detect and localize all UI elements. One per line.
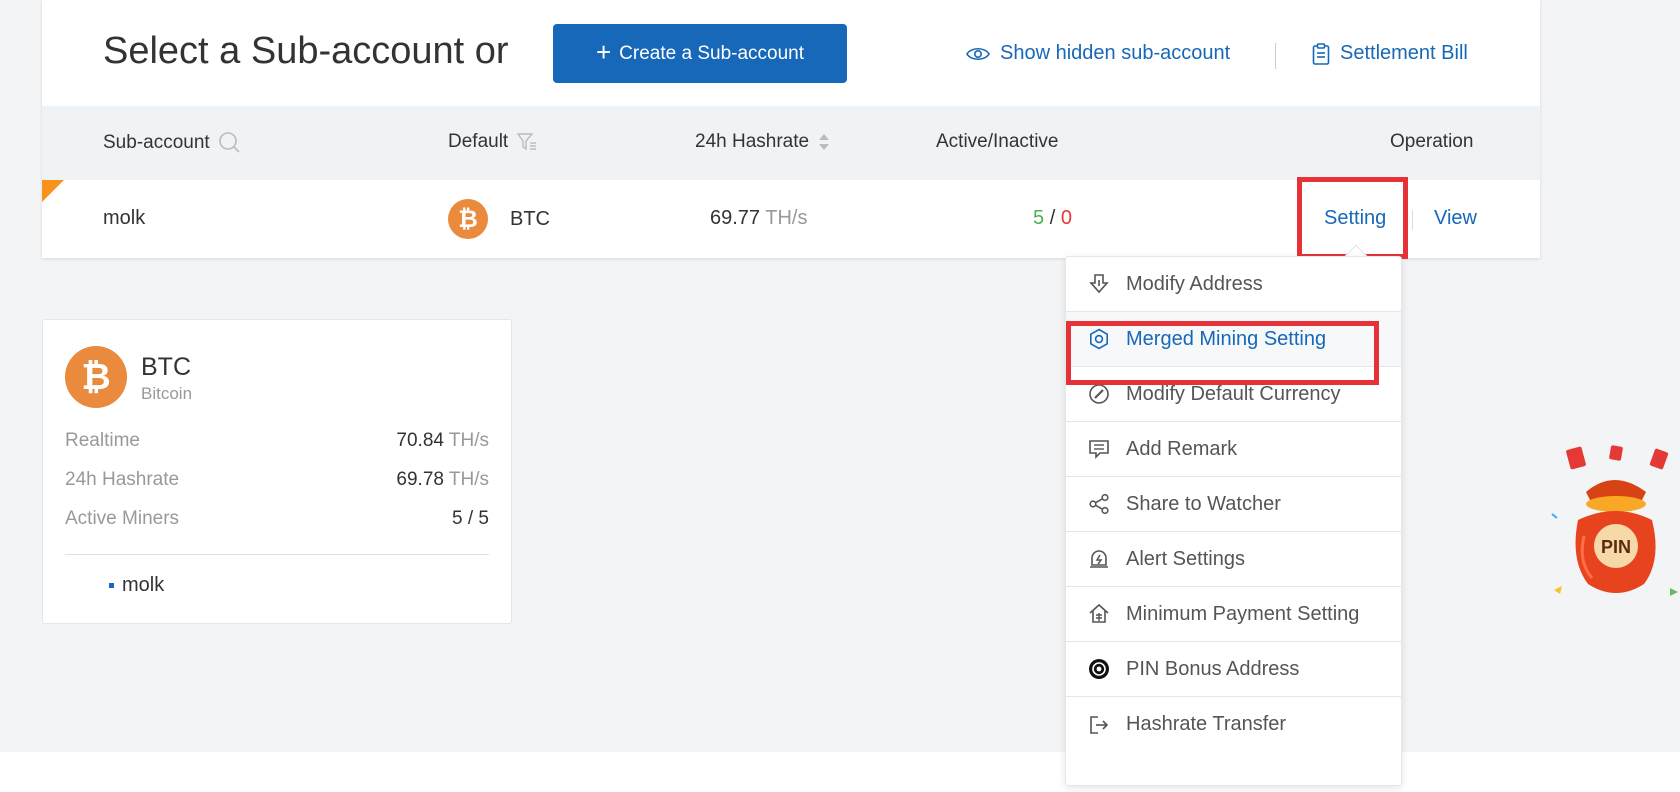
row-active-inactive: 5 / 0 [1033, 207, 1072, 230]
count-separator: / [1049, 207, 1056, 229]
merged-mining-highlight-box [1066, 321, 1379, 385]
menu-item-add-remark[interactable]: Add Remark [1066, 422, 1401, 477]
page-title: Select a Sub-account or [103, 30, 509, 72]
create-subaccount-label: Create a Sub-account [619, 42, 805, 64]
pin-coin-icon [1089, 659, 1109, 679]
pin-badge-text: PIN [1601, 537, 1631, 557]
stat-label: Active Miners [65, 508, 180, 529]
card-coin-name: BTC [141, 353, 191, 381]
column-default: Default [448, 131, 538, 153]
clipboard-icon [1312, 42, 1330, 65]
card-member-label: molk [122, 574, 165, 596]
show-hidden-subaccount-link[interactable]: Show hidden sub-account [966, 42, 1230, 65]
column-hashrate[interactable]: 24h Hashrate [695, 131, 831, 153]
column-operation: Operation [1390, 131, 1473, 153]
stat-unit: TH/s [448, 430, 489, 451]
header-divider [1275, 43, 1276, 69]
menu-item-label: PIN Bonus Address [1126, 657, 1300, 680]
default-coin: ₿ BTC [448, 199, 550, 239]
menu-item-alert-settings[interactable]: Alert Settings [1066, 532, 1401, 587]
transfer-icon [1090, 715, 1109, 734]
stat-unit: TH/s [448, 469, 489, 490]
menu-item-minimum-payment-setting[interactable]: Minimum Payment Setting [1066, 587, 1401, 642]
filter-icon[interactable] [516, 132, 538, 152]
coin-summary-card: ₿ BTC Bitcoin Realtime 70.84 TH/s 24h Ha… [42, 319, 512, 624]
row-hashrate: 69.77 TH/s [710, 207, 807, 230]
menu-item-label: Hashrate Transfer [1126, 713, 1287, 735]
home-payment-icon [1089, 603, 1109, 623]
stat-value: 5 / 5 [452, 508, 489, 529]
subaccount-name[interactable]: molk [103, 207, 145, 230]
active-count: 5 [1033, 207, 1045, 229]
create-subaccount-button[interactable]: + Create a Sub-account [553, 24, 847, 83]
stat-value: 69.78 [396, 469, 444, 490]
column-active-inactive: Active/Inactive [936, 131, 1059, 153]
menu-item-label: Modify Address [1126, 272, 1263, 295]
column-subaccount-label: Sub-account [103, 132, 210, 153]
default-corner-marker [42, 180, 64, 202]
card-divider [65, 554, 489, 555]
stat-active-miners: Active Miners 5 / 5 [65, 508, 489, 530]
settlement-bill-link[interactable]: Settlement Bill [1312, 42, 1468, 65]
view-link[interactable]: View [1434, 207, 1477, 230]
bitcoin-icon: ₿ [448, 199, 488, 239]
menu-item-hashrate-transfer[interactable]: Hashrate Transfer [1066, 697, 1401, 752]
menu-item-label: Share to Watcher [1126, 492, 1281, 515]
bitcoin-icon: ₿ [65, 346, 127, 408]
stat-value: 70.84 [396, 430, 444, 451]
column-subaccount: Sub-account [103, 131, 242, 155]
column-hashrate-label: 24h Hashrate [695, 131, 810, 152]
eye-icon [966, 47, 990, 60]
card-member-item[interactable]: molk [109, 574, 164, 597]
table-header: Sub-account Default 24h Hashrate Active/… [42, 106, 1540, 180]
stat-label: Realtime [65, 430, 140, 451]
card-coin-full-name: Bitcoin [141, 384, 193, 403]
menu-item-modify-address[interactable]: Modify Address [1066, 257, 1401, 312]
menu-item-pin-bonus-address[interactable]: PIN Bonus Address [1066, 642, 1401, 697]
menu-item-label: Modify Default Currency [1126, 382, 1341, 405]
edit-circle-icon [1089, 384, 1109, 404]
column-active-inactive-label: Active/Inactive [936, 131, 1059, 152]
bullet-icon [109, 583, 114, 588]
menu-item-label: Add Remark [1126, 437, 1238, 460]
share-icon [1089, 493, 1109, 515]
column-operation-label: Operation [1390, 131, 1474, 152]
stat-24h-hashrate: 24h Hashrate 69.78 TH/s [65, 469, 489, 491]
menu-item-share-to-watcher[interactable]: Share to Watcher [1066, 477, 1401, 532]
download-arrow-icon [1089, 274, 1109, 294]
row-hashrate-unit: TH/s [765, 207, 808, 229]
show-hidden-label: Show hidden sub-account [1000, 42, 1231, 64]
row-hashrate-value: 69.77 [710, 207, 761, 229]
default-coin-label: BTC [510, 207, 550, 230]
search-icon[interactable] [218, 131, 242, 155]
pin-bonus-bag-icon[interactable]: PIN [1548, 440, 1680, 600]
sort-icon[interactable] [817, 132, 831, 152]
menu-item-label: Minimum Payment Setting [1126, 602, 1360, 625]
settlement-bill-label: Settlement Bill [1340, 42, 1468, 64]
menu-item-label: Alert Settings [1126, 547, 1245, 570]
plus-icon: + [595, 37, 612, 67]
stat-label: 24h Hashrate [65, 469, 180, 490]
alert-icon [1090, 550, 1108, 568]
stat-realtime: Realtime 70.84 TH/s [65, 430, 489, 452]
page-footer-area [0, 752, 1680, 792]
operation-divider [1412, 210, 1413, 230]
column-default-label: Default [448, 131, 509, 152]
comment-icon [1089, 440, 1109, 459]
inactive-count: 0 [1060, 207, 1072, 229]
